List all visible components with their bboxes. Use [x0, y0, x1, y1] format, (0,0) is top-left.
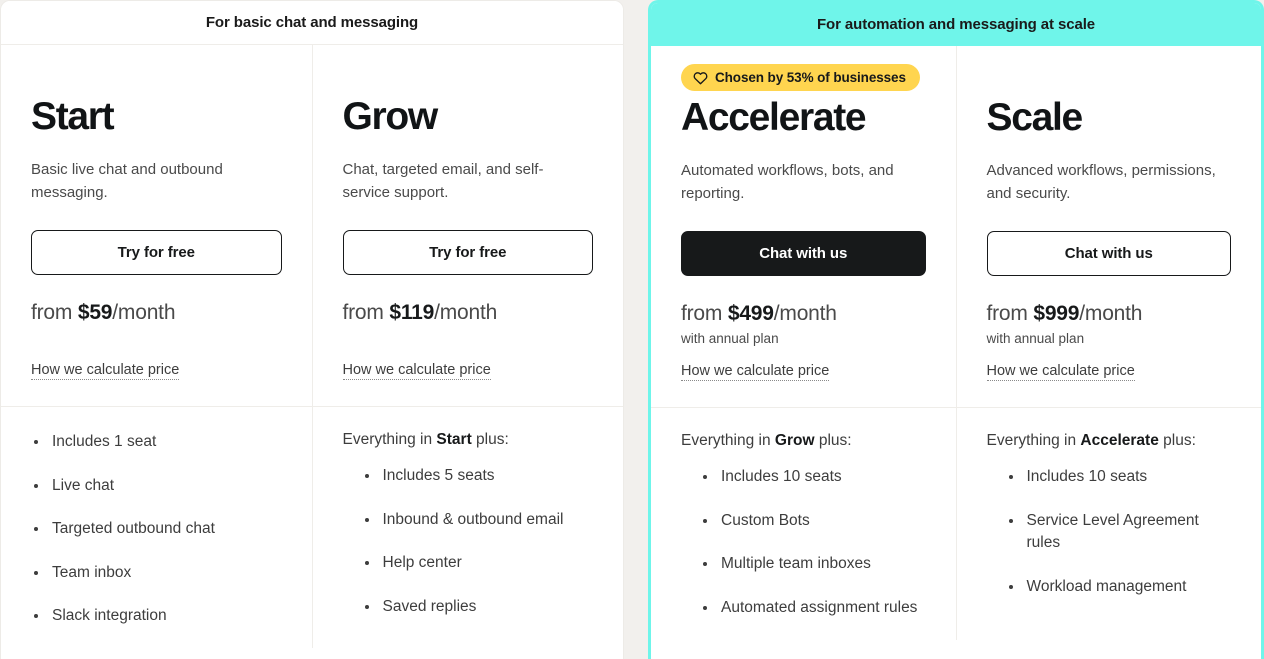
list-item: Live chat — [31, 475, 282, 497]
list-item: Slack integration — [31, 605, 282, 627]
plan-description-start: Basic live chat and outbound messaging. — [31, 161, 223, 201]
feature-items-start: Includes 1 seat Live chat Targeted outbo… — [31, 431, 282, 627]
plan-name-start: Start — [31, 95, 115, 138]
chat-with-us-button-scale[interactable]: Chat with us — [986, 231, 1231, 276]
features-intro-suffix: plus: — [814, 432, 852, 450]
list-item: Includes 5 seats — [362, 465, 594, 487]
price-note-accelerate: with annual plan — [681, 331, 779, 347]
price-prefix-grow: from — [342, 301, 384, 324]
plan-description-scale: Advanced workflows, permissions, and sec… — [986, 162, 1216, 202]
price-line-accelerate: from $499/month — [681, 302, 926, 326]
plan-description-grow: Chat, targeted email, and self-service s… — [342, 161, 544, 201]
feature-items-scale: Includes 10 seats Service Level Agreemen… — [987, 466, 1232, 598]
price-amount-scale: $999 — [1033, 302, 1080, 325]
feature-list-start: Includes 1 seat Live chat Targeted outbo… — [1, 407, 312, 648]
plan-card-grow: Grow Chat, targeted email, and self-serv… — [311, 45, 624, 407]
list-item: Team inbox — [31, 562, 282, 584]
plan-name-grow: Grow — [342, 95, 439, 138]
features-intro-accelerate: Everything in Grow plus: — [681, 432, 926, 450]
how-we-calculate-price-link-accelerate[interactable]: How we calculate price — [681, 363, 830, 382]
plan-description-accelerate: Automated workflows, bots, and reporting… — [681, 162, 894, 202]
status-badge: Chosen by 53% of businesses — [681, 64, 920, 91]
feature-items-accelerate: Includes 10 seats Custom Bots Multiple t… — [681, 466, 926, 619]
feature-items-grow: Includes 5 seats Inbound & outbound emai… — [343, 465, 594, 618]
price-note-scale: with annual plan — [986, 331, 1085, 347]
price-line-start: from $59/month — [31, 301, 282, 325]
list-item: Targeted outbound chat — [31, 518, 282, 540]
plan-columns-highlighted: Chosen by 53% of businesses Accelerate A… — [651, 46, 1262, 408]
pricing-table: For basic chat and messaging Start Basic… — [0, 0, 1264, 659]
features-intro-suffix: plus: — [1158, 432, 1196, 450]
list-item: Saved replies — [362, 596, 594, 618]
plan-card-accelerate: Chosen by 53% of businesses Accelerate A… — [651, 46, 956, 407]
chat-with-us-button-accelerate[interactable]: Chat with us — [681, 231, 926, 276]
badge-slot-accelerate: Chosen by 53% of businesses — [681, 46, 926, 98]
list-item: Multiple team inboxes — [700, 553, 926, 575]
feature-list-scale: Everything in Accelerate plus: Includes … — [955, 408, 1262, 641]
feature-list-grow: Everything in Start plus: Includes 5 sea… — [311, 407, 624, 649]
how-we-calculate-price-link-start[interactable]: How we calculate price — [31, 362, 180, 381]
list-item: Includes 10 seats — [700, 466, 926, 488]
features-intro-prefix: Everything in — [681, 432, 775, 450]
list-item: Includes 1 seat — [31, 431, 282, 453]
try-for-free-button-start[interactable]: Try for free — [31, 230, 282, 275]
how-we-calculate-price-link-grow[interactable]: How we calculate price — [342, 362, 491, 381]
features-intro-suffix: plus: — [471, 431, 509, 449]
price-period-scale: /month — [1079, 302, 1143, 325]
group-header-highlighted: For automation and messaging at scale — [651, 3, 1261, 46]
plan-name-scale: Scale — [986, 96, 1084, 139]
plan-card-scale: Scale Advanced workflows, permissions, a… — [955, 46, 1262, 408]
badge-placeholder-scale — [987, 46, 1232, 98]
feature-list-accelerate: Everything in Grow plus: Includes 10 sea… — [651, 408, 956, 640]
badge-placeholder-grow — [343, 45, 594, 97]
heart-icon — [693, 71, 708, 85]
plan-group-highlighted: For automation and messaging at scale Ch… — [648, 0, 1264, 659]
price-amount-grow: $119 — [389, 301, 435, 324]
badge-label: Chosen by 53% of businesses — [715, 70, 906, 85]
features-intro-prefix: Everything in — [342, 431, 437, 449]
list-item: Service Level Agreement rules — [1006, 510, 1232, 555]
features-intro-plan: Grow — [774, 432, 815, 450]
price-line-scale: from $999/month — [987, 302, 1232, 326]
price-line-grow: from $119/month — [343, 301, 594, 325]
list-item: Help center — [362, 552, 594, 574]
features-intro-scale: Everything in Accelerate plus: — [987, 432, 1232, 450]
price-period-grow: /month — [434, 301, 498, 324]
features-intro-plan: Accelerate — [1080, 432, 1159, 450]
plan-group-standard: For basic chat and messaging Start Basic… — [0, 0, 624, 659]
features-intro-grow: Everything in Start plus: — [343, 431, 594, 449]
list-item: Automated assignment rules — [700, 597, 926, 619]
feature-columns-standard: Includes 1 seat Live chat Targeted outbo… — [1, 407, 624, 649]
badge-placeholder-start — [31, 45, 282, 97]
price-period-start: /month — [112, 301, 176, 324]
list-item: Custom Bots — [700, 510, 926, 532]
group-gap — [624, 0, 648, 659]
price-amount-start: $59 — [77, 301, 113, 324]
plan-card-start: Start Basic live chat and outbound messa… — [1, 45, 312, 406]
plan-name-accelerate: Accelerate — [681, 96, 867, 139]
feature-columns-highlighted: Everything in Grow plus: Includes 10 sea… — [651, 408, 1262, 641]
group-header-standard: For basic chat and messaging — [1, 1, 623, 45]
features-intro-prefix: Everything in — [986, 432, 1081, 450]
price-prefix-scale: from — [986, 302, 1028, 325]
try-for-free-button-grow[interactable]: Try for free — [342, 230, 593, 275]
list-item: Inbound & outbound email — [362, 509, 594, 531]
price-amount-accelerate: $499 — [727, 302, 774, 325]
list-item: Includes 10 seats — [1006, 466, 1232, 488]
plan-columns-standard: Start Basic live chat and outbound messa… — [1, 45, 624, 407]
list-item: Workload management — [1006, 576, 1232, 598]
price-prefix-accelerate: from — [681, 302, 723, 325]
features-intro-plan: Start — [436, 431, 472, 449]
how-we-calculate-price-link-scale[interactable]: How we calculate price — [986, 363, 1135, 382]
price-period-accelerate: /month — [773, 302, 837, 325]
price-prefix-start: from — [31, 301, 73, 324]
